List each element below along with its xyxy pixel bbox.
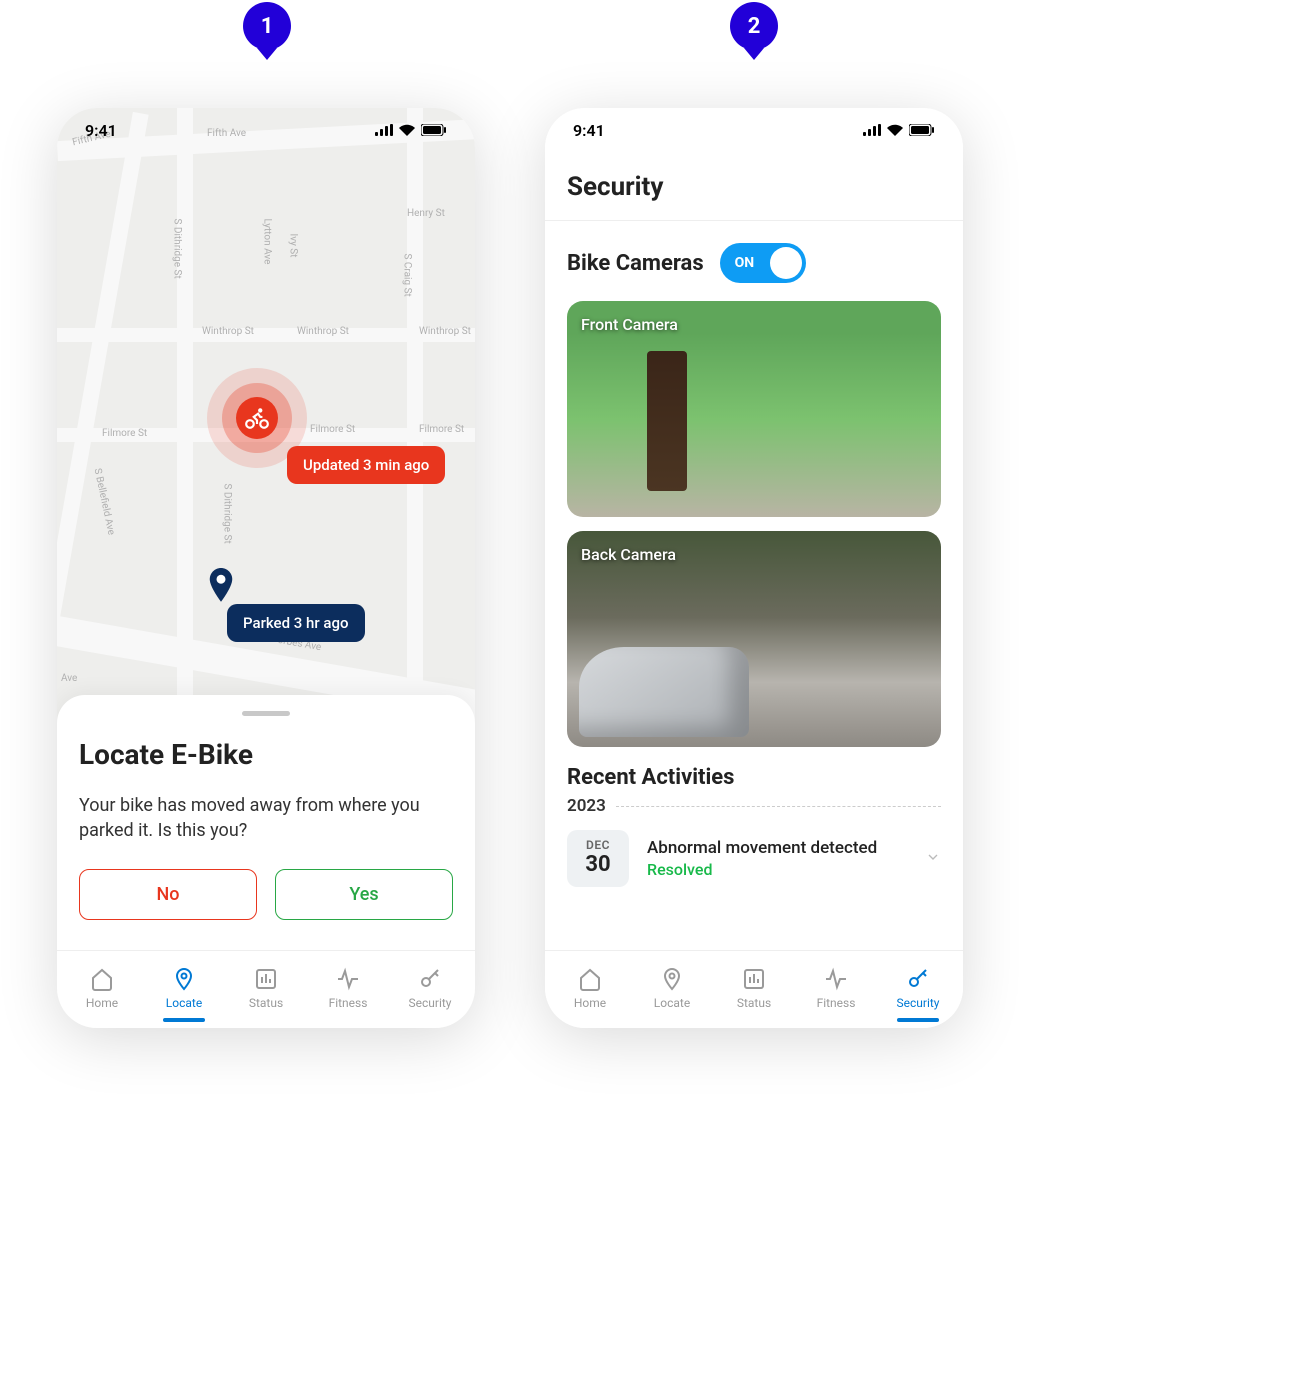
fitness-icon — [335, 966, 361, 992]
street-label: Filmore St — [310, 424, 355, 435]
tab-label: Status — [249, 996, 283, 1010]
activity-title: Abnormal movement detected — [647, 838, 907, 858]
tab-home[interactable]: Home — [549, 966, 631, 1010]
cellular-icon — [375, 124, 393, 136]
street-label: Ave — [61, 673, 77, 684]
page-title: Security — [545, 152, 963, 221]
tab-label: Home — [86, 996, 118, 1010]
toggle-label: ON — [735, 255, 755, 271]
camera-label: Back Camera — [581, 545, 676, 564]
cellular-icon — [863, 124, 881, 136]
tab-label: Locate — [654, 996, 690, 1010]
chevron-down-icon — [925, 849, 941, 869]
tab-label: Fitness — [817, 996, 856, 1010]
activity-status: Resolved — [647, 860, 907, 879]
cameras-section-title: Bike Cameras — [567, 251, 704, 276]
home-icon — [89, 966, 115, 992]
tab-security[interactable]: Security — [877, 966, 959, 1010]
callout-number: 1 — [261, 14, 274, 39]
street-label: Filmore St — [102, 428, 147, 439]
activity-month: DEC — [567, 838, 629, 852]
sheet-title: Locate E-Bike — [79, 738, 453, 771]
street-label: Henry St — [407, 208, 445, 219]
street-label: Lytton Ave — [262, 219, 273, 265]
street-label: Winthrop St — [202, 326, 254, 337]
activity-date-chip: DEC 30 — [567, 830, 629, 887]
tab-status[interactable]: Status — [225, 966, 307, 1010]
back-camera-card[interactable]: Back Camera — [567, 531, 941, 747]
fitness-icon — [823, 966, 849, 992]
locate-icon — [659, 966, 685, 992]
parked-tag: Parked 3 hr ago — [227, 604, 365, 642]
callout-marker-2: 2 — [730, 2, 778, 50]
tab-label: Security — [897, 996, 940, 1010]
tab-bar: Home Locate Status Fitness Security — [545, 950, 963, 1028]
street-label: Ivy St — [288, 234, 299, 258]
tab-locate[interactable]: Locate — [143, 966, 225, 1010]
street-label: Winthrop St — [297, 326, 349, 337]
activity-item[interactable]: DEC 30 Abnormal movement detected Resolv… — [567, 830, 941, 887]
tab-fitness[interactable]: Fitness — [795, 966, 877, 1010]
street-label: Winthrop St — [419, 326, 471, 337]
activity-day: 30 — [567, 852, 629, 877]
location-update-tag: Updated 3 min ago — [287, 446, 445, 484]
divider — [616, 806, 941, 807]
status-bar: 9:41 — [545, 108, 963, 152]
phone-locate: Fifth Ave Fifth Ave Henry St S Dithridge… — [57, 108, 475, 1028]
sheet-grabber[interactable] — [242, 711, 290, 716]
tab-status[interactable]: Status — [713, 966, 795, 1010]
tab-home[interactable]: Home — [61, 966, 143, 1010]
street-label: Filmore St — [419, 424, 464, 435]
callout-number: 2 — [748, 14, 761, 39]
street-label: S Dithridge St — [222, 484, 233, 544]
street-label: S Dithridge St — [172, 219, 183, 279]
front-camera-card[interactable]: Front Camera — [567, 301, 941, 517]
callout-marker-1: 1 — [243, 2, 291, 50]
locate-icon — [171, 966, 197, 992]
security-icon — [905, 966, 931, 992]
tab-label: Fitness — [329, 996, 368, 1010]
tab-label: Security — [409, 996, 452, 1010]
sheet-body: Your bike has moved away from where you … — [79, 793, 453, 843]
phone-security: 9:41 Security Bike Cameras ON Front Came… — [545, 108, 963, 1028]
street-label: S Craig St — [402, 254, 413, 297]
activities-year: 2023 — [567, 796, 606, 816]
home-icon — [577, 966, 603, 992]
battery-icon — [909, 124, 935, 136]
yes-button[interactable]: Yes — [275, 869, 453, 920]
street-label: S Bellefield Ave — [92, 467, 117, 536]
tab-bar: Home Locate Status Fitness Security — [57, 950, 475, 1028]
pin-icon — [207, 568, 235, 604]
no-button[interactable]: No — [79, 869, 257, 920]
bike-icon — [244, 405, 270, 431]
locate-bottom-sheet[interactable]: Locate E-Bike Your bike has moved away f… — [57, 695, 475, 950]
tab-label: Status — [737, 996, 771, 1010]
camera-label: Front Camera — [581, 315, 678, 334]
wifi-icon — [399, 124, 415, 136]
status-bar: 9:41 — [57, 108, 475, 152]
status-time: 9:41 — [85, 121, 117, 140]
parked-location-marker[interactable] — [207, 568, 235, 608]
tab-security[interactable]: Security — [389, 966, 471, 1010]
status-time: 9:41 — [573, 121, 605, 140]
tab-locate[interactable]: Locate — [631, 966, 713, 1010]
status-icon — [253, 966, 279, 992]
tab-label: Home — [574, 996, 606, 1010]
tab-fitness[interactable]: Fitness — [307, 966, 389, 1010]
cameras-toggle[interactable]: ON — [720, 243, 806, 283]
wifi-icon — [887, 124, 903, 136]
battery-icon — [421, 124, 447, 136]
status-icon — [741, 966, 767, 992]
tab-label: Locate — [166, 996, 202, 1010]
recent-activities-title: Recent Activities — [567, 765, 941, 790]
security-icon — [417, 966, 443, 992]
